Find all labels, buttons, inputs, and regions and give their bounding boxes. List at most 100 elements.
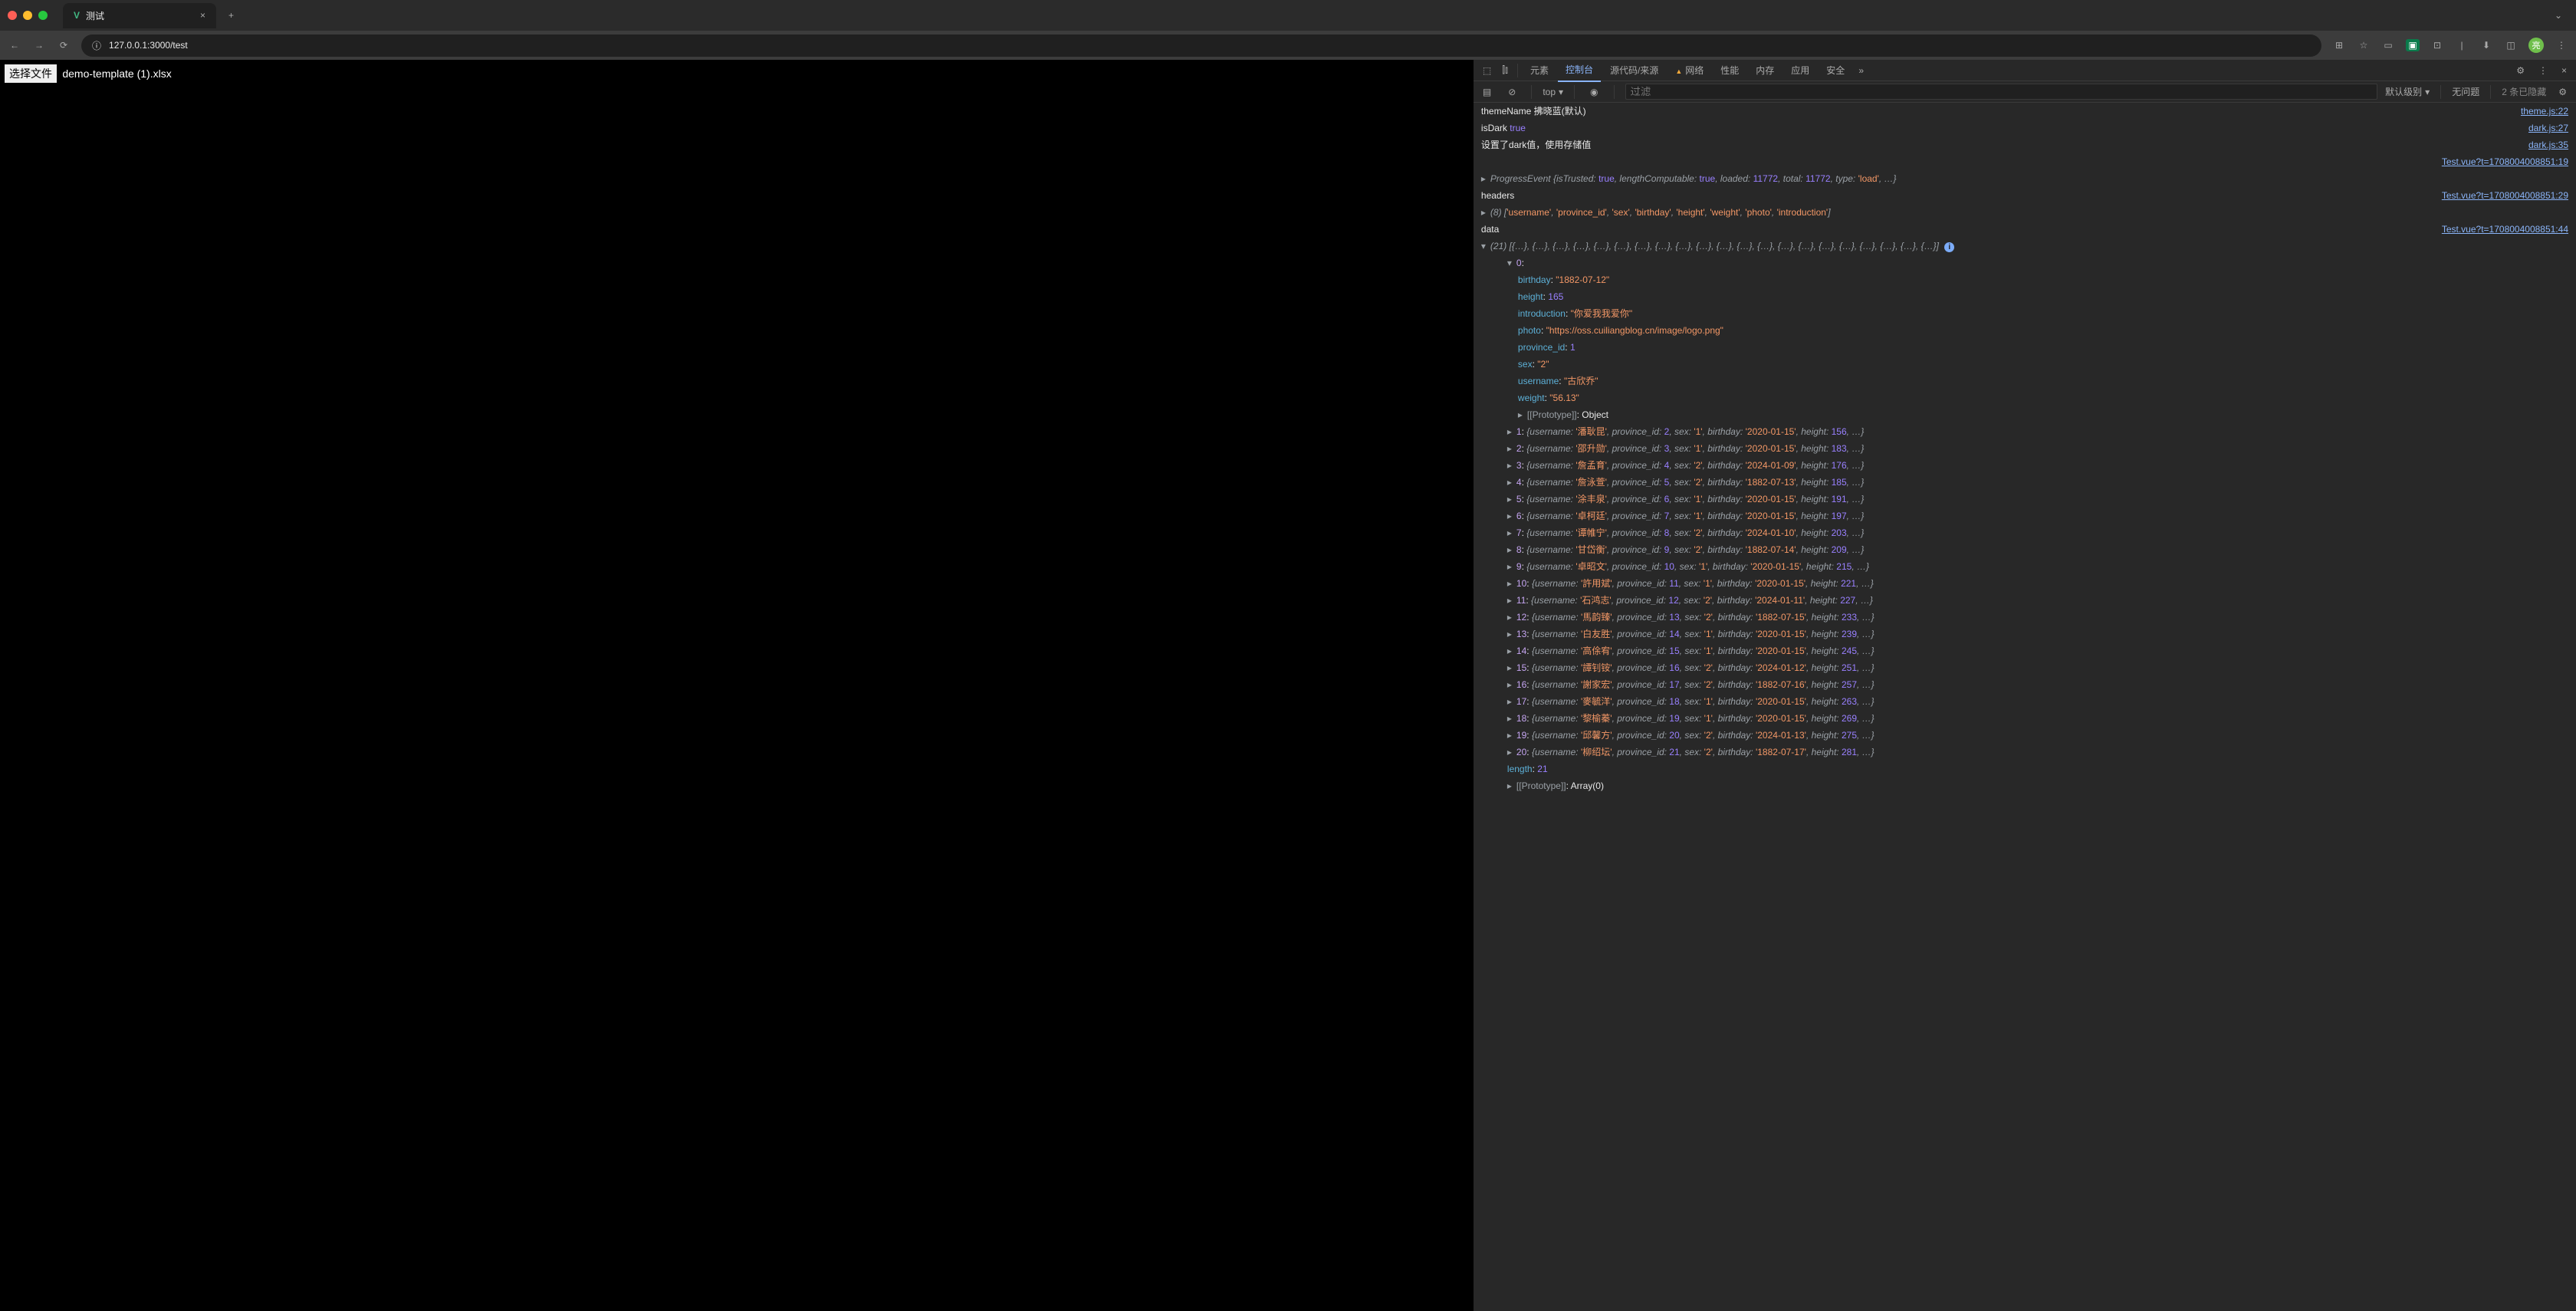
vue-devtools-icon[interactable]: ▣	[2406, 39, 2420, 51]
window-controls	[8, 11, 48, 20]
console-row[interactable]: dataTest.vue?t=1708004008851:44	[1474, 221, 2576, 238]
download-icon[interactable]: ⬇	[2479, 40, 2493, 51]
console-row[interactable]: ▸10: {username: '許用斌', province_id: 11, …	[1474, 575, 2576, 592]
tab-console[interactable]: 控制台	[1558, 58, 1601, 82]
separator	[1531, 85, 1532, 99]
close-devtools-icon[interactable]: ×	[2557, 62, 2571, 79]
tab-search-button[interactable]: ⌄	[2548, 7, 2568, 24]
reload-button[interactable]: ⟳	[57, 40, 71, 51]
console-row[interactable]: themeName 拂晓蓝(默认)theme.js:22	[1474, 103, 2576, 120]
profile-avatar[interactable]: 亮	[2528, 38, 2544, 53]
console-row[interactable]: introduction: "你爱我我爱你"	[1474, 305, 2576, 322]
source-link[interactable]: dark.js:35	[2528, 138, 2568, 152]
console-row[interactable]: photo: "https://oss.cuiliangblog.cn/imag…	[1474, 322, 2576, 339]
tab-application[interactable]: 应用	[1783, 59, 1817, 81]
menu-icon[interactable]: ⋮	[2555, 40, 2568, 51]
tab-sources[interactable]: 源代码/来源	[1602, 59, 1666, 81]
extension-icon[interactable]: ▭	[2381, 40, 2395, 51]
console-output[interactable]: themeName 拂晓蓝(默认)theme.js:22isDark trued…	[1474, 103, 2576, 1311]
maximize-window-button[interactable]	[38, 11, 48, 20]
more-menu-icon[interactable]: ⋮	[2534, 62, 2552, 79]
new-tab-button[interactable]: +	[222, 7, 240, 24]
device-toolbar-icon[interactable]: ⫿⫾	[1497, 61, 1513, 79]
extensions-menu-icon[interactable]: ⊡	[2430, 40, 2444, 51]
source-link[interactable]: Test.vue?t=1708004008851:44	[2442, 222, 2568, 236]
context-selector[interactable]: top▾	[1543, 87, 1563, 97]
console-row[interactable]: ▸20: {username: '柳绍坛', province_id: 21, …	[1474, 744, 2576, 761]
level-selector[interactable]: 默认级别▾	[2385, 85, 2430, 98]
console-row[interactable]: ▸19: {username: '邱馨方', province_id: 20, …	[1474, 727, 2576, 744]
console-row[interactable]: ▾(21) [{…}, {…}, {…}, {…}, {…}, {…}, {…}…	[1474, 238, 2576, 255]
console-row[interactable]: ▸18: {username: '黎榆蓁', province_id: 19, …	[1474, 710, 2576, 727]
tab-performance[interactable]: 性能	[1713, 59, 1746, 81]
console-row[interactable]: weight: "56.13"	[1474, 389, 2576, 406]
console-row[interactable]: height: 165	[1474, 288, 2576, 305]
file-select-button[interactable]: 选择文件	[5, 64, 57, 83]
console-row[interactable]: length: 21	[1474, 761, 2576, 777]
console-row[interactable]: ▸6: {username: '卓柯廷', province_id: 7, se…	[1474, 508, 2576, 524]
console-row[interactable]: ▸5: {username: '涂丰泉', province_id: 6, se…	[1474, 491, 2576, 508]
browser-toolbar: ← → ⟳ ⓘ 127.0.0.1:3000/test ⊞ ☆ ▭ ▣ ⊡ | …	[0, 31, 2576, 60]
close-window-button[interactable]	[8, 11, 17, 20]
tab-network[interactable]: 网络	[1668, 59, 1711, 81]
browser-tab[interactable]: V 测试 ×	[63, 3, 216, 28]
console-row[interactable]: ▸4: {username: '詹泳萱', province_id: 5, se…	[1474, 474, 2576, 491]
console-row[interactable]: ▸1: {username: '潘耿昆', province_id: 2, se…	[1474, 423, 2576, 440]
console-row[interactable]: ▾0:	[1474, 255, 2576, 271]
translate-icon[interactable]: ⊞	[2332, 40, 2346, 51]
filter-input[interactable]	[1625, 84, 2378, 100]
console-row[interactable]: birthday: "1882-07-12"	[1474, 271, 2576, 288]
settings-icon[interactable]: ⚙	[2512, 62, 2529, 79]
console-row[interactable]: ▸2: {username: '邵升勋', province_id: 3, se…	[1474, 440, 2576, 457]
toggle-sidebar-icon[interactable]: ▤	[1478, 84, 1496, 100]
console-row[interactable]: ▸7: {username: '谭帷宁', province_id: 8, se…	[1474, 524, 2576, 541]
vue-favicon-icon: V	[74, 10, 80, 21]
console-row[interactable]: ▸3: {username: '詹孟育', province_id: 4, se…	[1474, 457, 2576, 474]
inspect-element-icon[interactable]: ⬚	[1478, 62, 1496, 79]
console-row[interactable]: ▸15: {username: '譚钊铵', province_id: 16, …	[1474, 659, 2576, 676]
console-row[interactable]: ▸9: {username: '卓昭文', province_id: 10, s…	[1474, 558, 2576, 575]
hidden-count[interactable]: 2 条已隐藏	[2502, 85, 2546, 98]
issues-label[interactable]: 无问题	[2452, 85, 2479, 98]
sidepanel-icon[interactable]: ◫	[2504, 40, 2518, 51]
console-row[interactable]: ▸12: {username: '馬韵臻', province_id: 13, …	[1474, 609, 2576, 626]
bookmark-icon[interactable]: ☆	[2357, 40, 2371, 51]
console-row[interactable]: ▸17: {username: '麥毓洋', province_id: 18, …	[1474, 693, 2576, 710]
source-link[interactable]: dark.js:27	[2528, 121, 2568, 135]
console-row[interactable]: isDark truedark.js:27	[1474, 120, 2576, 136]
address-bar[interactable]: ⓘ 127.0.0.1:3000/test	[81, 34, 2321, 57]
tab-elements[interactable]: 元素	[1523, 59, 1556, 81]
forward-button[interactable]: →	[32, 40, 46, 51]
console-row[interactable]: 设置了dark值，使用存储值dark.js:35	[1474, 136, 2576, 153]
console-row[interactable]: ▸ProgressEvent {isTrusted: true, lengthC…	[1474, 170, 2576, 187]
clear-console-icon[interactable]: ⊘	[1503, 84, 1520, 100]
console-row[interactable]: ▸8: {username: '甘岱衡', province_id: 9, se…	[1474, 541, 2576, 558]
console-row[interactable]: ▸[[Prototype]]: Object	[1474, 406, 2576, 423]
tab-memory[interactable]: 内存	[1748, 59, 1782, 81]
tab-security[interactable]: 安全	[1819, 59, 1852, 81]
close-tab-icon[interactable]: ×	[200, 10, 205, 21]
console-row[interactable]: ▸16: {username: '謝家宏', province_id: 17, …	[1474, 676, 2576, 693]
console-row[interactable]: username: "古欣乔"	[1474, 373, 2576, 389]
minimize-window-button[interactable]	[23, 11, 32, 20]
console-row[interactable]: ▸(8) ['username', 'province_id', 'sex', …	[1474, 204, 2576, 221]
console-settings-icon[interactable]: ⚙	[2554, 84, 2571, 100]
console-row[interactable]: province_id: 1	[1474, 339, 2576, 356]
site-info-icon[interactable]: ⓘ	[92, 39, 101, 52]
browser-tabbar: V 测试 × + ⌄	[0, 0, 2576, 31]
console-row[interactable]: sex: "2"	[1474, 356, 2576, 373]
console-toolbar: ▤ ⊘ top▾ ◉ 默认级别▾ 无问题 2 条已隐藏 ⚙	[1474, 81, 2576, 103]
console-row[interactable]: Test.vue?t=1708004008851:19	[1474, 153, 2576, 170]
file-name-label: demo-template (1).xlsx	[62, 67, 171, 80]
source-link[interactable]: theme.js:22	[2521, 104, 2568, 118]
console-row[interactable]: ▸14: {username: '高俆宥', province_id: 15, …	[1474, 642, 2576, 659]
more-tabs-icon[interactable]: »	[1854, 62, 1868, 79]
console-row[interactable]: ▸11: {username: '石鸿志', province_id: 12, …	[1474, 592, 2576, 609]
console-row[interactable]: ▸13: {username: '白友胜', province_id: 14, …	[1474, 626, 2576, 642]
eye-icon[interactable]: ◉	[1585, 84, 1602, 100]
console-row[interactable]: ▸[[Prototype]]: Array(0)	[1474, 777, 2576, 794]
console-row[interactable]: headersTest.vue?t=1708004008851:29	[1474, 187, 2576, 204]
back-button[interactable]: ←	[8, 40, 21, 51]
source-link[interactable]: Test.vue?t=1708004008851:19	[2442, 155, 2568, 169]
source-link[interactable]: Test.vue?t=1708004008851:29	[2442, 189, 2568, 202]
